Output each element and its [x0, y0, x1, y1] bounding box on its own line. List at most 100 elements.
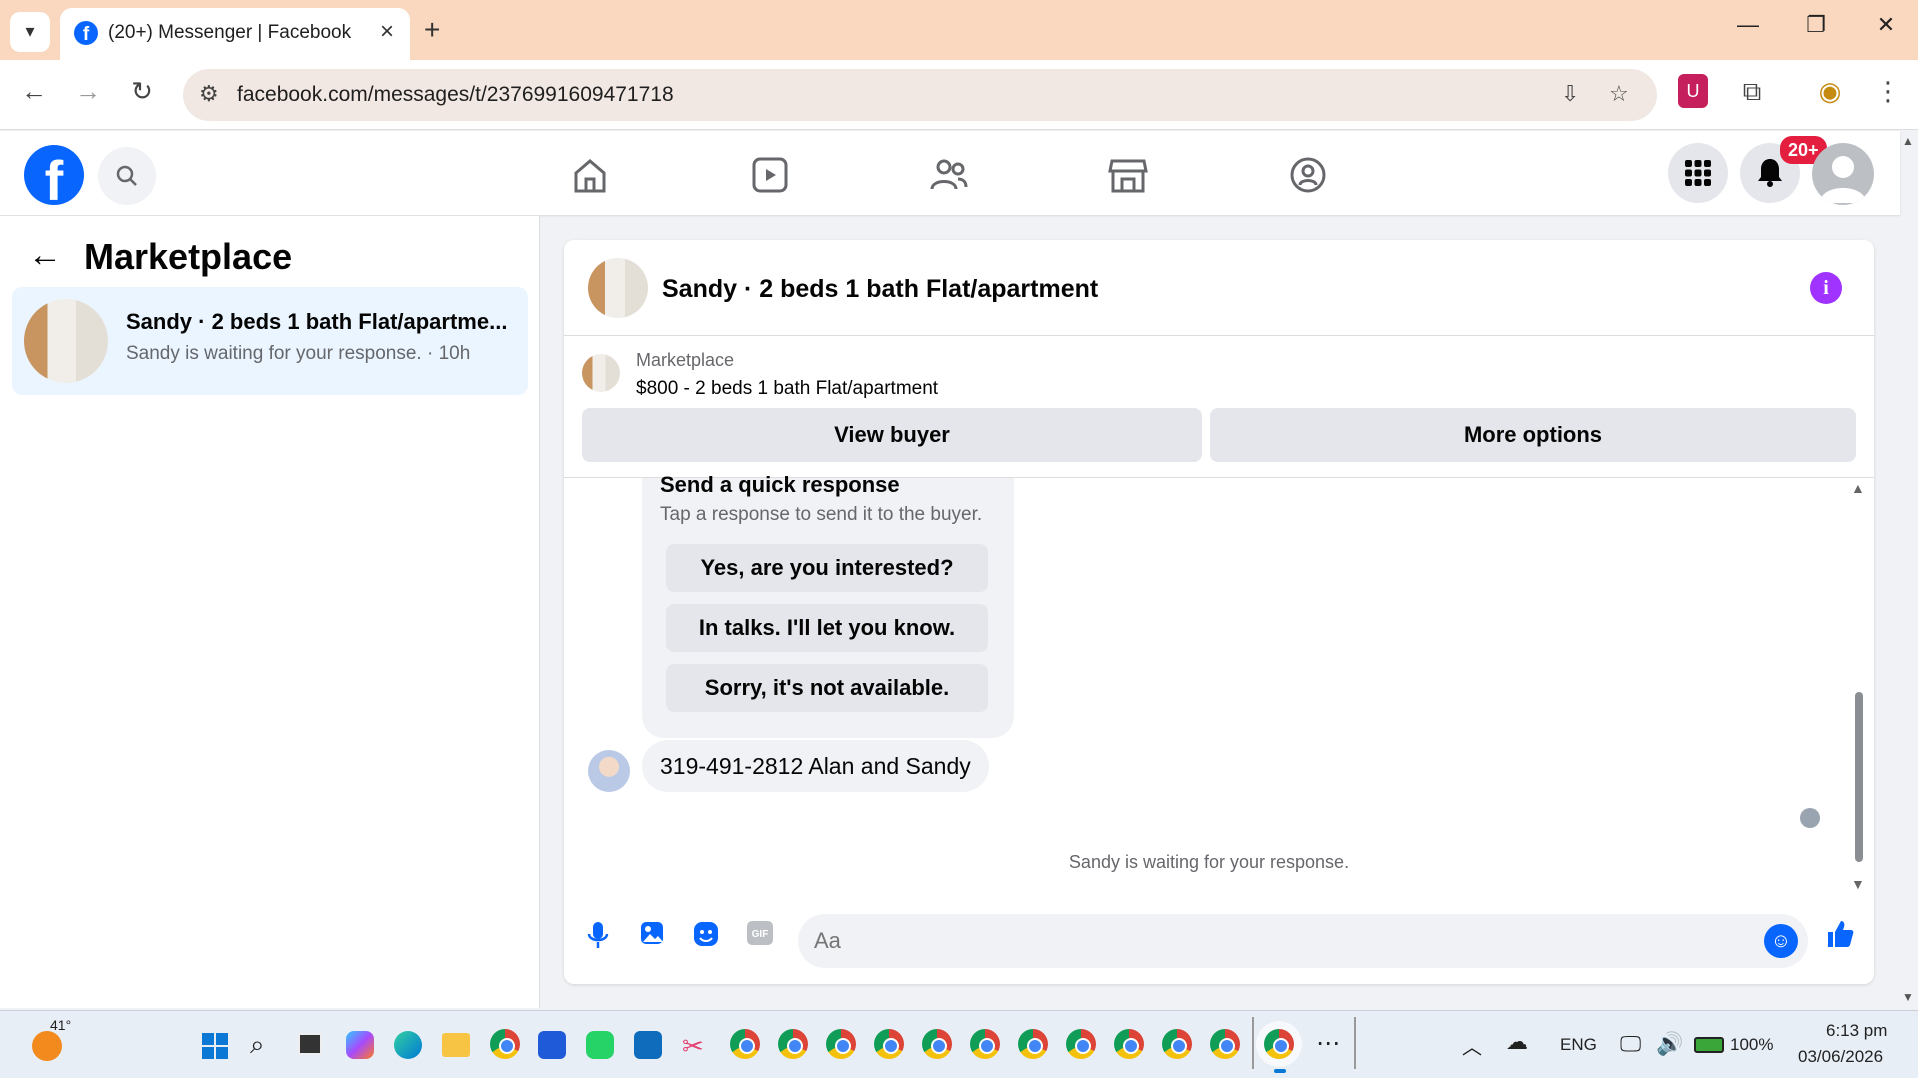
groups-icon[interactable] — [1278, 151, 1338, 199]
clock-date[interactable]: 03/06/2026 — [1798, 1047, 1883, 1067]
language-indicator[interactable]: ENG — [1560, 1035, 1597, 1055]
chrome-icon[interactable] — [1066, 1029, 1096, 1059]
chrome-icon[interactable] — [730, 1029, 760, 1059]
quick-response-button[interactable]: In talks. I'll let you know. — [666, 604, 988, 652]
sender-avatar[interactable] — [588, 750, 630, 792]
browser-tab[interactable]: f (20+) Messenger | Facebook × — [60, 8, 410, 60]
install-app-icon[interactable]: ⇩ — [1561, 81, 1579, 107]
restore-button[interactable]: ❐ — [1796, 12, 1836, 38]
taskbar-divider — [1252, 1017, 1254, 1069]
forward-button[interactable]: → — [70, 76, 106, 107]
edge-icon[interactable] — [394, 1031, 422, 1059]
page-scroll-down-arrow-icon[interactable]: ▼ — [1902, 990, 1914, 1004]
more-options-button[interactable]: More options — [1210, 408, 1856, 462]
scroll-up-arrow-icon[interactable]: ▲ — [1851, 480, 1865, 496]
task-view-icon[interactable] — [298, 1033, 322, 1055]
back-button[interactable]: ← — [16, 76, 52, 107]
video-icon[interactable] — [740, 151, 800, 199]
url-text: facebook.com/messages/t/2376991609471718 — [237, 83, 674, 106]
quick-response-button[interactable]: Sorry, it's not available. — [666, 664, 988, 712]
thumbs-up-icon[interactable] — [1824, 918, 1856, 950]
facebook-favicon-icon: f — [74, 21, 98, 45]
windows-start-icon[interactable] — [202, 1033, 228, 1059]
listing-price[interactable]: $800 - 2 beds 1 bath Flat/apartment — [636, 378, 938, 400]
outlook-icon[interactable] — [634, 1031, 662, 1059]
message-input[interactable] — [814, 924, 1714, 958]
chrome-icon[interactable] — [778, 1029, 808, 1059]
facebook-logo-icon[interactable]: f — [24, 145, 84, 205]
chat-scrollbar-thumb[interactable] — [1855, 692, 1863, 862]
file-explorer-icon[interactable] — [442, 1033, 470, 1057]
battery-icon[interactable] — [1694, 1037, 1724, 1053]
address-bar[interactable]: ⚙ facebook.com/messages/t/23769916094717… — [183, 69, 1657, 121]
new-tab-button[interactable]: + — [424, 14, 440, 46]
chrome-icon[interactable] — [874, 1029, 904, 1059]
extensions-puzzle-icon[interactable]: ⧉ — [1734, 76, 1770, 108]
active-indicator — [1274, 1069, 1286, 1073]
windows-taskbar: 41° ⌕ ✂ ⋯ ︿ ☁ ENG 🖵 🔊 100% 6:13 pm 03/06… — [0, 1010, 1918, 1078]
tab-list-dropdown-button[interactable]: ▾ — [10, 12, 50, 52]
account-avatar[interactable] — [1812, 143, 1874, 205]
tab-close-icon[interactable]: × — [380, 18, 394, 46]
store-icon[interactable] — [538, 1031, 566, 1059]
clock-time[interactable]: 6:13 pm — [1826, 1021, 1887, 1041]
chrome-active-icon[interactable] — [1264, 1029, 1294, 1059]
listing-banner: Marketplace $800 - 2 beds 1 bath Flat/ap… — [564, 336, 1874, 478]
chrome-icon[interactable] — [922, 1029, 952, 1059]
svg-text:GIF: GIF — [752, 929, 769, 940]
conversation-preview: Sandy is waiting for your response. · 10… — [126, 343, 471, 364]
menu-grid-icon[interactable] — [1668, 143, 1728, 203]
browser-menu-icon[interactable]: ⋮ — [1870, 76, 1906, 107]
search-icon[interactable] — [98, 147, 156, 205]
home-icon[interactable] — [560, 151, 620, 199]
quick-response-button[interactable]: Yes, are you interested? — [666, 544, 988, 592]
browser-toolbar: ← → ↻ ⚙ facebook.com/messages/t/23769916… — [0, 60, 1918, 130]
quick-response-subtitle: Tap a response to send it to the buyer. — [660, 504, 983, 525]
message-composer[interactable]: ☺ — [798, 914, 1808, 968]
microphone-icon[interactable] — [582, 920, 614, 952]
emoji-icon[interactable]: ☺ — [1764, 924, 1798, 958]
marketplace-icon[interactable] — [1098, 151, 1158, 199]
chrome-icon[interactable] — [826, 1029, 856, 1059]
listing-thumbnail — [24, 299, 108, 383]
window-close-button[interactable]: ✕ — [1866, 12, 1906, 38]
weather-icon[interactable] — [32, 1031, 62, 1061]
whatsapp-icon[interactable] — [586, 1031, 614, 1059]
taskbar-divider — [1354, 1017, 1356, 1069]
conversation-item[interactable]: Sandy · 2 beds 1 bath Flat/apartme... Sa… — [12, 287, 528, 395]
tray-expand-icon[interactable]: ︿ — [1462, 1031, 1482, 1060]
more-apps-icon[interactable]: ⋯ — [1316, 1029, 1340, 1058]
friends-icon[interactable] — [918, 151, 978, 199]
chat-panel: Sandy · 2 beds 1 bath Flat/apartment i M… — [564, 240, 1874, 984]
chrome-icon[interactable] — [490, 1029, 520, 1059]
gif-icon[interactable]: GIF — [744, 920, 776, 952]
chrome-icon[interactable] — [1162, 1029, 1192, 1059]
photo-icon[interactable] — [636, 920, 668, 952]
site-info-icon[interactable]: ⚙ — [199, 81, 219, 107]
copilot-icon[interactable] — [346, 1031, 374, 1059]
chat-listing-thumbnail[interactable] — [588, 258, 648, 318]
profile-icon[interactable]: ◉ — [1812, 76, 1848, 107]
scroll-down-arrow-icon[interactable]: ▼ — [1851, 876, 1865, 892]
chat-title[interactable]: Sandy · 2 beds 1 bath Flat/apartment — [662, 275, 1098, 304]
minimize-button[interactable]: — — [1728, 12, 1768, 38]
conversation-list-panel: ← Marketplace Sandy · 2 beds 1 bath Flat… — [0, 216, 540, 1008]
chrome-icon[interactable] — [1114, 1029, 1144, 1059]
reload-button[interactable]: ↻ — [124, 76, 160, 107]
page-scroll-up-arrow-icon[interactable]: ▲ — [1902, 134, 1914, 148]
chrome-icon[interactable] — [1210, 1029, 1240, 1059]
volume-icon[interactable]: 🔊 — [1656, 1031, 1683, 1057]
back-arrow-icon[interactable]: ← — [28, 236, 62, 275]
chrome-icon[interactable] — [1018, 1029, 1048, 1059]
network-icon[interactable]: 🖵 — [1620, 1031, 1641, 1057]
sticker-icon[interactable] — [690, 920, 722, 952]
onedrive-cloud-icon[interactable]: ☁ — [1506, 1029, 1528, 1055]
view-buyer-button[interactable]: View buyer — [582, 408, 1202, 462]
taskbar-search-icon[interactable]: ⌕ — [250, 1029, 265, 1061]
ublock-extension-icon[interactable]: U — [1678, 74, 1708, 108]
chrome-icon[interactable] — [970, 1029, 1000, 1059]
message-bubble[interactable]: 319-491-2812 Alan and Sandy — [642, 740, 989, 792]
snipping-tool-icon[interactable]: ✂ — [682, 1031, 704, 1062]
bookmark-star-icon[interactable]: ☆ — [1609, 81, 1629, 107]
info-icon[interactable]: i — [1810, 272, 1842, 304]
